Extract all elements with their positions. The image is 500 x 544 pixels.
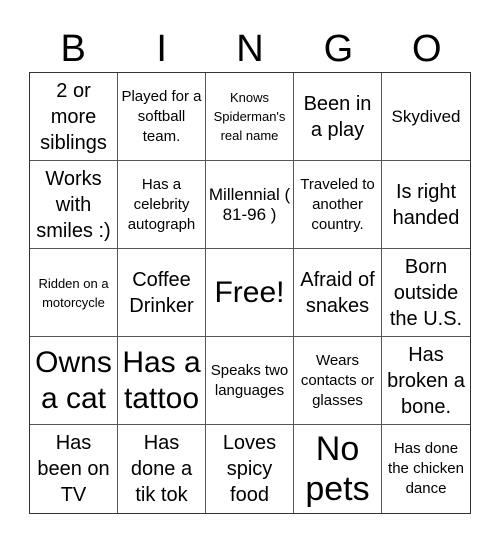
- bingo-cell-text: Free!: [214, 275, 285, 309]
- bingo-cell[interactable]: Has broken a bone.: [382, 337, 470, 425]
- bingo-grid: 2 or more siblings Played for a softball …: [29, 72, 471, 514]
- bingo-cell-text: Owns a cat: [35, 345, 112, 415]
- bingo-cell-text: Knows Spiderman's real name: [213, 90, 286, 143]
- bingo-cell-text: Millennial ( 81-96 ): [208, 184, 291, 224]
- bingo-cell-text: Been in a play: [303, 92, 372, 141]
- bingo-cell[interactable]: Has been on TV: [30, 425, 118, 513]
- bingo-cell[interactable]: Has done the chicken dance: [382, 425, 470, 513]
- bingo-cell-text: Skydived: [391, 106, 461, 126]
- bingo-cell-text: Has broken a bone.: [387, 343, 465, 418]
- bingo-cell[interactable]: Ridden on a motorcycle: [30, 249, 118, 337]
- bingo-cell-text: Played for a softball team.: [121, 87, 202, 145]
- bingo-cell-text: Has a celebrity autograph: [127, 175, 196, 233]
- bingo-cell-text: Traveled to another country.: [300, 175, 375, 233]
- bingo-cell[interactable]: Born outside the U.S.: [382, 249, 470, 337]
- bingo-cell-text: Speaks two languages: [210, 361, 289, 399]
- bingo-cell[interactable]: Traveled to another country.: [294, 161, 382, 249]
- bingo-cell-text: Coffee Drinker: [129, 268, 194, 317]
- bingo-cell-text: Afraid of snakes: [300, 268, 375, 317]
- bingo-cell[interactable]: Works with smiles :): [30, 161, 118, 249]
- header-letter-o: O: [412, 28, 442, 70]
- bingo-cell[interactable]: Owns a cat: [30, 337, 118, 425]
- bingo-cell-text: Loves spicy food: [222, 432, 277, 506]
- bingo-cell-text: Has been on TV: [37, 432, 110, 506]
- bingo-cell[interactable]: Has a tattoo: [118, 337, 206, 425]
- bingo-cell[interactable]: Free!: [206, 249, 294, 337]
- bingo-cell-text: No pets: [305, 430, 370, 508]
- bingo-cell[interactable]: Is right handed: [382, 161, 470, 249]
- bingo-cell[interactable]: Skydived: [382, 73, 470, 161]
- bingo-cell[interactable]: 2 or more siblings: [30, 73, 118, 161]
- bingo-cell[interactable]: Loves spicy food: [206, 425, 294, 513]
- header-letter-i: I: [156, 28, 167, 70]
- bingo-header: B I N G O: [29, 26, 471, 72]
- bingo-cell-text: Works with smiles :): [36, 167, 111, 242]
- header-letter-b: B: [60, 28, 86, 70]
- bingo-cell[interactable]: Millennial ( 81-96 ): [206, 161, 294, 249]
- bingo-cell-text: Born outside the U.S.: [389, 255, 463, 330]
- bingo-cell-text: Is right handed: [392, 180, 460, 229]
- header-letter-n: N: [236, 28, 264, 70]
- bingo-cell[interactable]: Has a celebrity autograph: [118, 161, 206, 249]
- bingo-cell-text: Has done a tik tok: [130, 432, 193, 506]
- bingo-cell-text: Wears contacts or glasses: [300, 351, 375, 409]
- bingo-cell-text: Has a tattoo: [122, 345, 201, 415]
- header-letter-g: G: [323, 28, 354, 70]
- bingo-cell[interactable]: Been in a play: [294, 73, 382, 161]
- bingo-cell-text: Has done the chicken dance: [388, 440, 464, 497]
- bingo-cell[interactable]: Has done a tik tok: [118, 425, 206, 513]
- bingo-cell-text: Ridden on a motorcycle: [38, 275, 109, 310]
- bingo-cell[interactable]: No pets: [294, 425, 382, 513]
- bingo-cell[interactable]: Afraid of snakes: [294, 249, 382, 337]
- bingo-cell[interactable]: Played for a softball team.: [118, 73, 206, 161]
- bingo-cell[interactable]: Wears contacts or glasses: [294, 337, 382, 425]
- bingo-cell[interactable]: Speaks two languages: [206, 337, 294, 425]
- bingo-cell-text: 2 or more siblings: [40, 79, 107, 154]
- bingo-cell[interactable]: Knows Spiderman's real name: [206, 73, 294, 161]
- bingo-cell[interactable]: Coffee Drinker: [118, 249, 206, 337]
